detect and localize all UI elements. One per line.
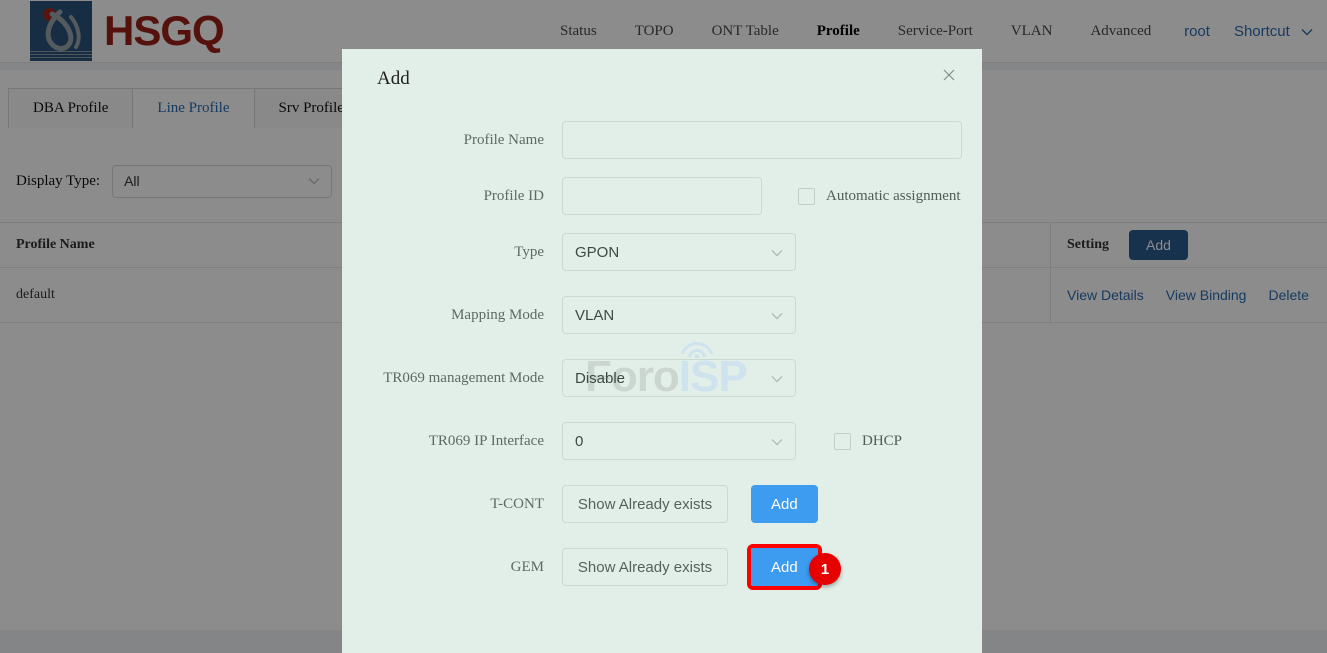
tr069-ip-interface-value: 0 — [575, 432, 584, 450]
dialog-body: ForoISP Profile Name Profile ID Automati… — [342, 107, 982, 590]
dialog-title: Add — [377, 68, 410, 89]
profile-id-label: Profile ID — [483, 187, 544, 204]
mapping-mode-select[interactable]: VLAN — [562, 296, 796, 334]
form-row-profile-id: Profile ID Automatic assignment — [342, 177, 982, 215]
chevron-down-icon — [771, 434, 783, 449]
mapping-mode-value: VLAN — [575, 306, 615, 324]
form-row-tr069-management-mode: TR069 management Mode Disable — [342, 359, 982, 397]
profile-name-label: Profile Name — [463, 131, 544, 148]
automatic-assignment-checkbox[interactable] — [798, 187, 815, 205]
automatic-assignment-checkbox-group: Automatic assignment — [798, 187, 961, 205]
dhcp-checkbox[interactable] — [834, 432, 851, 450]
add-line-profile-dialog: Add ForoISP Profile Name Profile ID Auto… — [342, 49, 982, 653]
step-badge-1: 1 — [809, 553, 841, 585]
dhcp-checkbox-group: DHCP — [834, 432, 903, 450]
gem-show-existing-button[interactable]: Show Already exists — [562, 548, 728, 586]
mapping-mode-label: Mapping Mode — [451, 306, 544, 323]
chevron-down-icon — [771, 371, 783, 386]
type-label: Type — [514, 243, 544, 260]
close-icon[interactable] — [938, 67, 960, 89]
watermark-wifi-arc-icon — [680, 342, 714, 358]
form-row-tcont: T-CONT Show Already exists Add — [342, 485, 982, 523]
profile-name-input[interactable] — [562, 121, 962, 159]
form-row-mapping-mode: Mapping Mode VLAN — [342, 296, 982, 334]
tcont-add-button[interactable]: Add — [751, 485, 818, 523]
form-row-type: Type GPON — [342, 233, 982, 271]
chevron-down-icon — [771, 245, 783, 260]
tr069-ip-interface-label: TR069 IP Interface — [428, 432, 544, 449]
tr069-management-mode-label: TR069 management Mode — [383, 369, 544, 386]
chevron-down-icon — [771, 308, 783, 323]
type-select[interactable]: GPON — [562, 233, 796, 271]
tcont-label: T-CONT — [490, 495, 544, 512]
gem-label: GEM — [510, 558, 544, 575]
profile-id-input[interactable] — [562, 177, 762, 215]
dialog-header: Add — [342, 49, 982, 107]
form-row-tr069-ip-interface: TR069 IP Interface 0 DHCP — [342, 422, 982, 460]
form-row-gem: GEM Show Already exists Add — [342, 544, 982, 590]
gem-add-button[interactable]: Add — [747, 544, 822, 590]
form-row-profile-name: Profile Name — [342, 121, 982, 159]
tr069-management-mode-value: Disable — [575, 369, 626, 387]
tcont-show-existing-button[interactable]: Show Already exists — [562, 485, 728, 523]
dhcp-label: DHCP — [862, 432, 903, 449]
tr069-ip-interface-select[interactable]: 0 — [562, 422, 796, 460]
type-value: GPON — [575, 243, 620, 261]
app-root: HSGQ Status TOPO ONT Table Profile Servi… — [0, 0, 1327, 653]
tr069-management-mode-select[interactable]: Disable — [562, 359, 796, 397]
automatic-assignment-label: Automatic assignment — [826, 187, 961, 204]
